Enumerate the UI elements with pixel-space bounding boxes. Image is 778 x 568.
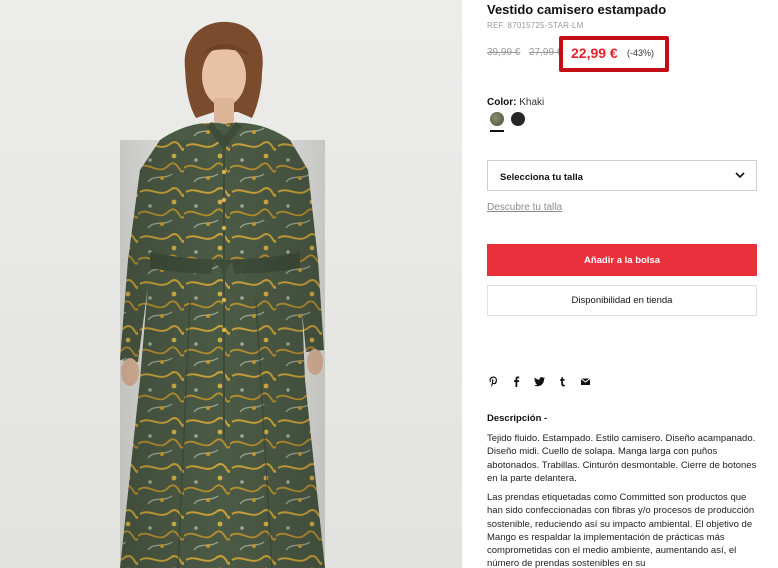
twitter-icon[interactable] — [533, 375, 546, 388]
current-price: 22,99 € — [571, 45, 618, 61]
product-title: Vestido camisero estampado — [487, 2, 667, 17]
original-price: 39,99 € — [487, 47, 521, 58]
color-label-row: Color: Khaki — [487, 97, 544, 108]
product-image[interactable] — [0, 0, 462, 568]
email-icon[interactable] — [579, 375, 592, 388]
discount-badge: (-43%) — [627, 48, 655, 58]
facebook-icon[interactable] — [510, 375, 523, 388]
model-wearing-dress-illustration — [120, 21, 325, 568]
size-guide-link[interactable]: Descubre tu talla — [487, 202, 562, 213]
add-to-bag-button[interactable]: Añadir a la bolsa — [487, 244, 757, 276]
description-heading[interactable]: Descripción - — [487, 413, 547, 424]
product-reference: REF. 87015725-STAR-LM — [487, 21, 584, 30]
size-select-placeholder: Selecciona tu talla — [500, 172, 583, 183]
current-price-highlight: 22,99 € (-43%) — [559, 36, 669, 72]
tumblr-icon[interactable] — [556, 375, 569, 388]
color-swatch-khaki[interactable] — [490, 112, 504, 126]
description-paragraph-sustainability: Las prendas etiquetadas como Committed s… — [487, 492, 755, 568]
color-swatch-black[interactable] — [511, 112, 525, 126]
description-paragraph: Tejido fluido. Estampado. Estilo camiser… — [487, 433, 757, 484]
selected-swatch-indicator — [490, 130, 504, 132]
size-select[interactable]: Selecciona tu talla — [487, 160, 757, 191]
store-availability-button[interactable]: Disponibilidad en tienda — [487, 285, 757, 316]
share-icons — [487, 375, 592, 389]
previous-sale-price: 27,99 € — [529, 47, 563, 58]
pinterest-icon[interactable] — [487, 375, 500, 388]
color-label: Color: — [487, 97, 517, 108]
selected-color: Khaki — [519, 97, 545, 108]
chevron-down-icon — [735, 172, 745, 179]
